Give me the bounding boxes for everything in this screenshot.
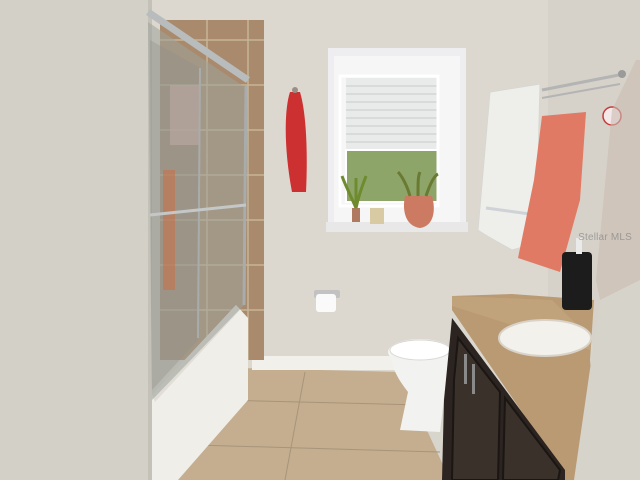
- window-sill: [326, 222, 468, 232]
- cabinet-handle: [464, 354, 467, 384]
- sink-basin: [498, 319, 592, 357]
- window-blinds: [346, 78, 438, 150]
- bathroom-scene: [0, 0, 640, 480]
- left-foreground-wall: [0, 0, 152, 480]
- baseboard: [252, 356, 400, 370]
- watermark: Stellar MLS: [578, 232, 632, 243]
- towel-behind-glass: [170, 85, 200, 145]
- bathroom-photo: Stellar MLS: [0, 0, 640, 480]
- candle-jar: [370, 208, 384, 224]
